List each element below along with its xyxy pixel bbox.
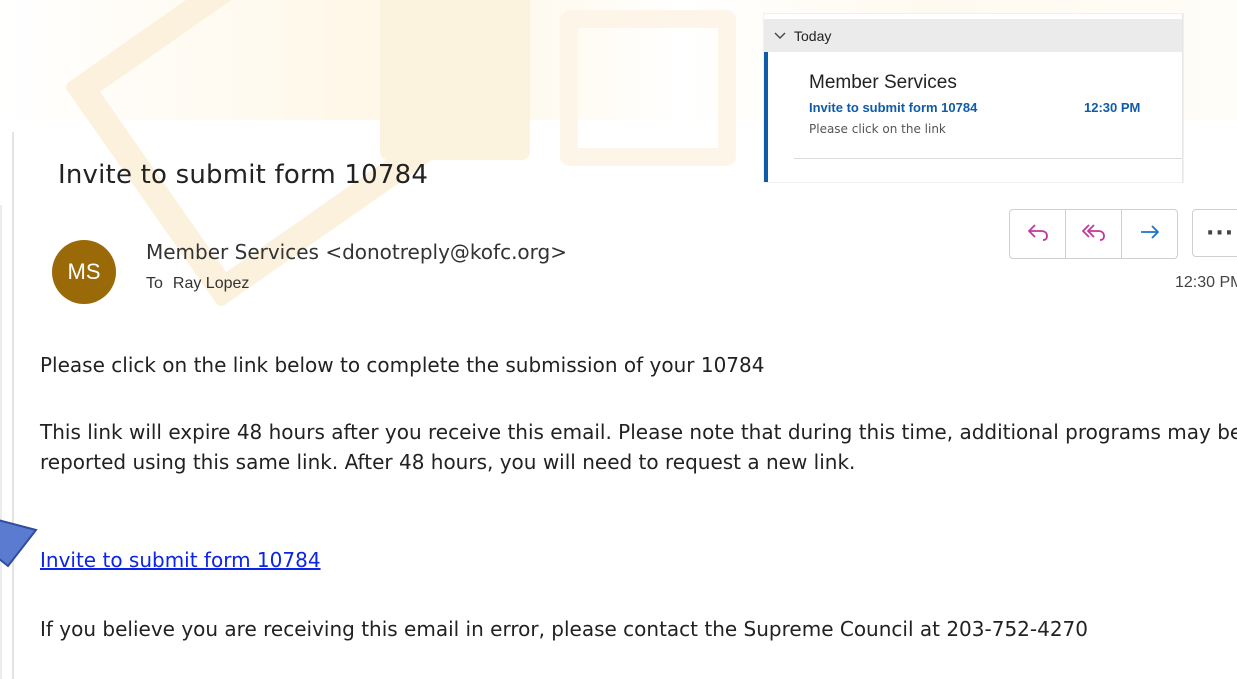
recipient-name[interactable]: Ray Lopez <box>173 275 250 292</box>
body-link-line: Invite to submit form 10784 <box>40 545 1237 575</box>
annotation-arrow <box>0 519 38 568</box>
inbox-sender: Member Services <box>809 72 957 93</box>
reply-icon <box>1027 220 1049 248</box>
forward-icon <box>1139 220 1161 248</box>
watermark-shape <box>560 10 736 166</box>
reply-all-button[interactable] <box>1066 210 1122 258</box>
submit-form-link[interactable]: Invite to submit form 10784 <box>40 548 321 572</box>
forward-button[interactable] <box>1122 210 1177 258</box>
body-line-1: Please click on the link below to comple… <box>40 353 765 377</box>
inbox-group-header[interactable]: Today <box>764 19 1182 52</box>
reply-button[interactable] <box>1010 210 1066 258</box>
chevron-down-icon[interactable] <box>774 28 786 43</box>
reply-all-icon <box>1081 220 1106 248</box>
inbox-group-label: Today <box>794 27 832 44</box>
more-actions-button[interactable]: ··· <box>1192 209 1237 257</box>
to-label: To <box>146 275 163 292</box>
divider <box>794 158 1182 159</box>
avatar-initials: MS <box>67 259 101 284</box>
message-time: 12:30 PM <box>1175 274 1237 291</box>
inbox-preview: Please click on the link <box>809 122 946 136</box>
body-paragraph-expiry: This link will expire 48 hours after you… <box>40 420 1237 474</box>
inbox-subject: Invite to submit form 10784 <box>809 100 978 115</box>
selected-indicator <box>764 52 768 182</box>
recipient-line: To Ray Lopez <box>146 275 249 293</box>
avatar[interactable]: MS <box>52 240 116 304</box>
inbox-time: 12:30 PM <box>1084 100 1141 115</box>
sender-address[interactable]: Member Services <donotreply@kofc.org> <box>146 240 567 264</box>
watermark-shape <box>380 0 530 160</box>
pane-divider <box>12 132 14 679</box>
message-subject: Invite to submit form 10784 <box>58 160 429 190</box>
body-paragraph-contact: If you believe you are receiving this em… <box>40 617 1089 641</box>
inbox-list-preview: Today Member Services Invite to submit f… <box>764 14 1183 182</box>
pane-divider <box>0 205 2 679</box>
inbox-message-item[interactable]: Member Services Invite to submit form 10… <box>764 52 1182 182</box>
message-actions <box>1009 209 1178 259</box>
